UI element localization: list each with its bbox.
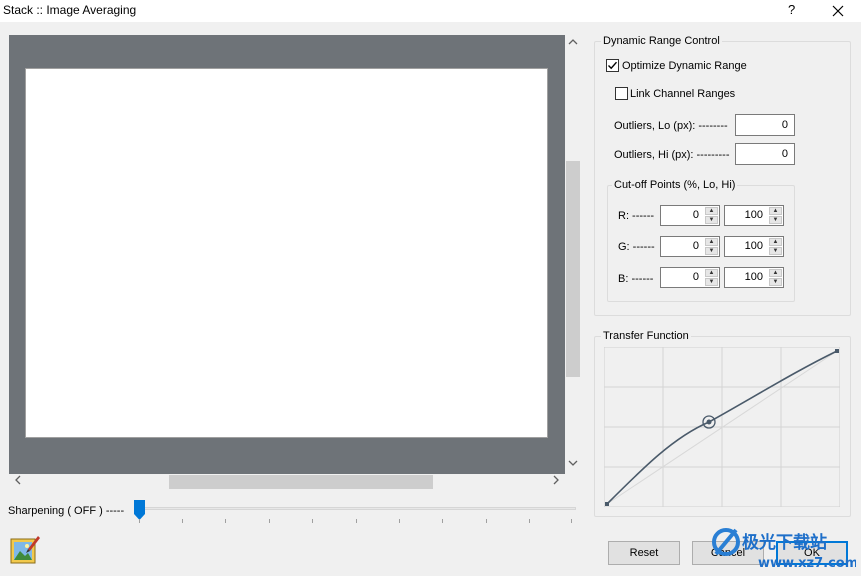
- outliers-lo-input[interactable]: 0: [735, 114, 795, 136]
- slider-tick: [225, 519, 226, 523]
- outliers-lo-label: Outliers, Lo (px): --------: [614, 120, 728, 132]
- scroll-corner: [565, 474, 581, 490]
- dynamic-range-title: Dynamic Range Control: [601, 35, 722, 47]
- scroll-up-icon[interactable]: [566, 37, 580, 51]
- sharpening-slider-thumb[interactable]: [134, 500, 145, 520]
- cutoff-r-hi-spinner[interactable]: 100 ▲ ▼: [724, 205, 784, 226]
- slider-tick: [486, 519, 487, 523]
- slider-tick: [182, 519, 183, 523]
- link-channel-ranges-checkbox[interactable]: [615, 87, 628, 100]
- spin-down-icon[interactable]: ▼: [705, 247, 718, 255]
- reset-button[interactable]: Reset: [608, 541, 680, 565]
- slider-tick: [399, 519, 400, 523]
- cutoff-b-hi-spinner[interactable]: 100 ▲ ▼: [724, 267, 784, 288]
- slider-tick: [571, 519, 572, 523]
- cancel-button[interactable]: Cancel: [692, 541, 764, 565]
- cutoff-g-lo-value: 0: [692, 240, 699, 252]
- spin-up-icon[interactable]: ▲: [769, 207, 782, 215]
- close-button[interactable]: [826, 0, 850, 22]
- optimize-dynamic-range-label[interactable]: Optimize Dynamic Range: [622, 60, 747, 72]
- cutoff-g-hi-value: 100: [744, 240, 763, 252]
- cutoff-b-label: B: ------: [618, 273, 654, 285]
- slider-tick: [312, 519, 313, 523]
- slider-tick: [529, 519, 530, 523]
- cutoff-g-lo-spinner[interactable]: 0 ▲ ▼: [660, 236, 720, 257]
- spin-down-icon[interactable]: ▼: [705, 278, 718, 286]
- curve-start-point[interactable]: [605, 502, 609, 506]
- spin-down-icon[interactable]: ▼: [769, 216, 782, 224]
- help-button[interactable]: ?: [788, 2, 795, 17]
- cutoff-r-lo-value: 0: [692, 209, 699, 221]
- slider-tick: [269, 519, 270, 523]
- picture-edit-icon[interactable]: [10, 533, 40, 565]
- vertical-scrollbar[interactable]: [565, 35, 581, 474]
- cutoff-r-lo-spinner[interactable]: 0 ▲ ▼: [660, 205, 720, 226]
- curve-end-point[interactable]: [835, 349, 839, 353]
- sharpening-label: Sharpening ( OFF ) -----: [8, 505, 125, 517]
- scroll-right-icon[interactable]: [549, 475, 563, 489]
- cutoff-points-title: Cut-off Points (%, Lo, Hi): [612, 179, 738, 191]
- cutoff-r-label: R: ------: [618, 210, 655, 222]
- close-icon: [832, 5, 844, 17]
- cutoff-b-lo-value: 0: [692, 271, 699, 283]
- outliers-hi-label: Outliers, Hi (px): ---------: [614, 149, 730, 161]
- window-title: Stack :: Image Averaging: [3, 3, 137, 17]
- outliers-hi-input[interactable]: 0: [735, 143, 795, 165]
- slider-tick: [356, 519, 357, 523]
- cutoff-b-hi-value: 100: [744, 271, 763, 283]
- title-bar: Stack :: Image Averaging ?: [0, 0, 861, 22]
- vertical-scroll-thumb[interactable]: [566, 161, 580, 377]
- spin-down-icon[interactable]: ▼: [769, 247, 782, 255]
- ok-button[interactable]: OK: [776, 541, 848, 565]
- spin-up-icon[interactable]: ▲: [705, 207, 718, 215]
- horizontal-scrollbar[interactable]: [9, 474, 565, 490]
- sharpening-slider-track[interactable]: [139, 507, 576, 510]
- cutoff-g-label: G: ------: [618, 241, 655, 253]
- spin-up-icon[interactable]: ▲: [769, 238, 782, 246]
- horizontal-scroll-thumb[interactable]: [169, 475, 433, 489]
- link-channel-ranges-label[interactable]: Link Channel Ranges: [630, 88, 735, 100]
- scroll-down-icon[interactable]: [566, 458, 580, 472]
- optimize-dynamic-range-checkbox[interactable]: [606, 59, 619, 72]
- image-canvas: [25, 68, 548, 438]
- spin-down-icon[interactable]: ▼: [705, 216, 718, 224]
- spin-up-icon[interactable]: ▲: [705, 238, 718, 246]
- curve-control-dot: [706, 419, 712, 425]
- slider-tick: [442, 519, 443, 523]
- cutoff-g-hi-spinner[interactable]: 100 ▲ ▼: [724, 236, 784, 257]
- transfer-function-graph[interactable]: [604, 347, 840, 507]
- slider-tick: [139, 519, 140, 523]
- cutoff-b-lo-spinner[interactable]: 0 ▲ ▼: [660, 267, 720, 288]
- transfer-function-title: Transfer Function: [601, 330, 691, 342]
- spin-up-icon[interactable]: ▲: [769, 269, 782, 277]
- scroll-left-icon[interactable]: [11, 475, 25, 489]
- spin-up-icon[interactable]: ▲: [705, 269, 718, 277]
- spin-down-icon[interactable]: ▼: [769, 278, 782, 286]
- cutoff-r-hi-value: 100: [744, 209, 763, 221]
- checkmark-icon: [608, 61, 618, 70]
